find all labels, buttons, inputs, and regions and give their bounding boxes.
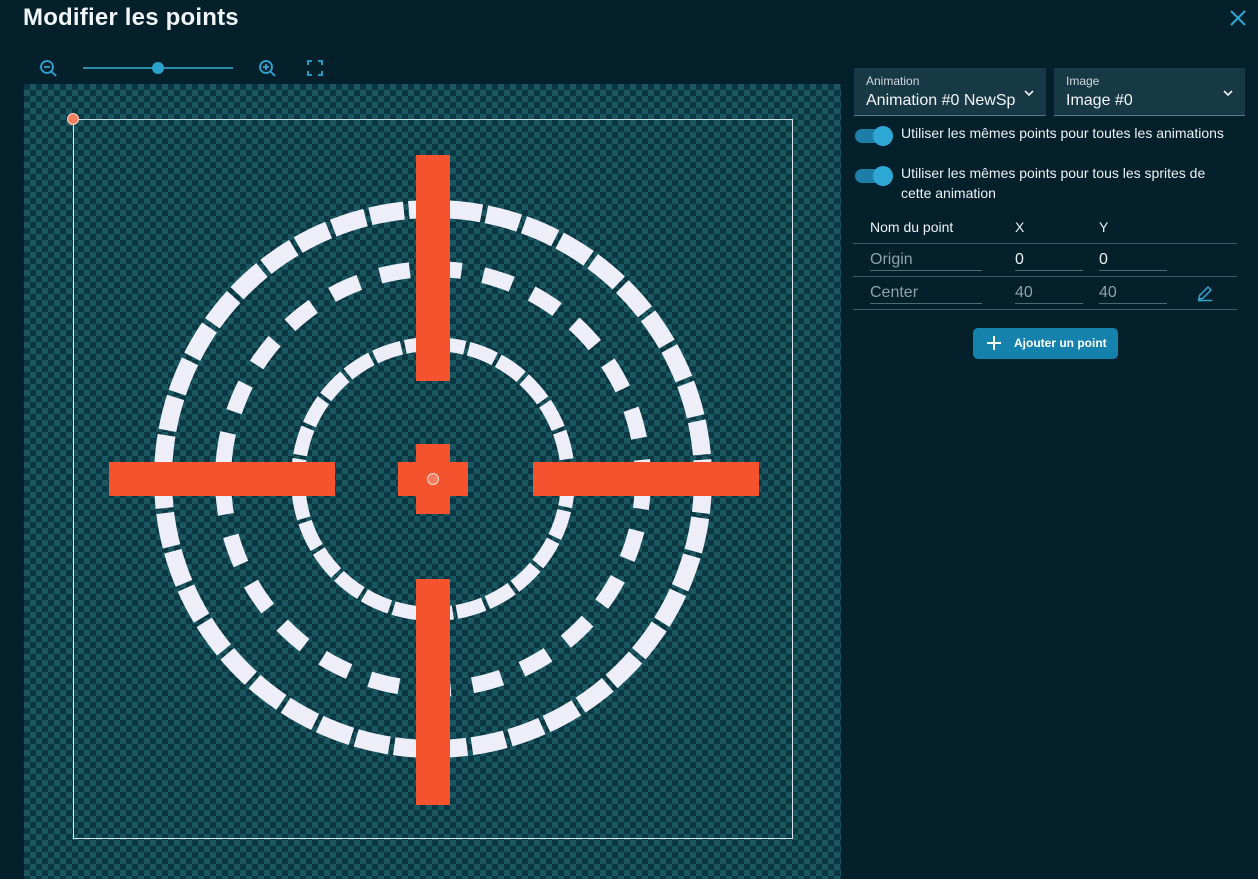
animation-select[interactable]: Animation Animation #0 NewSp: [854, 68, 1046, 116]
zoom-slider-thumb[interactable]: [152, 62, 164, 74]
animation-select-value: Animation #0 NewSp: [866, 92, 1016, 109]
dialog-title: Modifier les points: [23, 4, 239, 31]
add-point-button[interactable]: Ajouter un point: [973, 328, 1118, 359]
pencil-icon[interactable]: [1196, 284, 1214, 302]
chevron-down-icon: [1022, 86, 1036, 100]
point-name-field[interactable]: Origin: [870, 249, 982, 271]
center-point-marker[interactable]: [427, 473, 439, 485]
table-row: Center 40 40: [853, 276, 1237, 310]
header-y: Y: [1099, 211, 1183, 244]
point-x-field[interactable]: 40: [1015, 282, 1083, 304]
table-header-row: Nom du point X Y: [853, 211, 1237, 244]
chevron-down-icon: [1221, 86, 1235, 100]
same-points-all-animations-toggle[interactable]: [855, 126, 893, 146]
add-point-label: Ajouter un point: [1014, 336, 1107, 350]
toggle-label: Utiliser les mêmes points pour toutes le…: [901, 125, 1224, 141]
sprite-editor-panel: [24, 52, 841, 879]
origin-point-marker[interactable]: [67, 113, 79, 125]
image-select-label: Image: [1066, 74, 1100, 88]
image-select-value: Image #0: [1066, 92, 1133, 109]
point-y-field[interactable]: 40: [1099, 282, 1167, 304]
toggle-label: Utiliser les mêmes points pour tous les …: [901, 165, 1206, 201]
close-icon[interactable]: [1228, 8, 1248, 28]
zoom-in-icon[interactable]: [257, 58, 277, 78]
sprite-canvas[interactable]: [24, 84, 841, 879]
same-points-all-sprites-toggle[interactable]: [855, 166, 893, 186]
point-y-field[interactable]: 0: [1099, 249, 1167, 271]
header-name: Nom du point: [870, 211, 1015, 244]
point-x-field[interactable]: 0: [1015, 249, 1083, 271]
header-x: X: [1015, 211, 1099, 244]
zoom-out-icon[interactable]: [38, 58, 58, 78]
image-select[interactable]: Image Image #0: [1054, 68, 1245, 116]
editor-toolbar: [24, 52, 841, 84]
animation-select-label: Animation: [866, 74, 920, 88]
plus-icon: [987, 336, 1001, 350]
point-name-field[interactable]: Center: [870, 282, 982, 304]
fullscreen-icon[interactable]: [305, 58, 325, 78]
points-table: Nom du point X Y Origin 0 0 Center 40 40: [853, 211, 1237, 310]
table-row: Origin 0 0: [853, 243, 1237, 277]
